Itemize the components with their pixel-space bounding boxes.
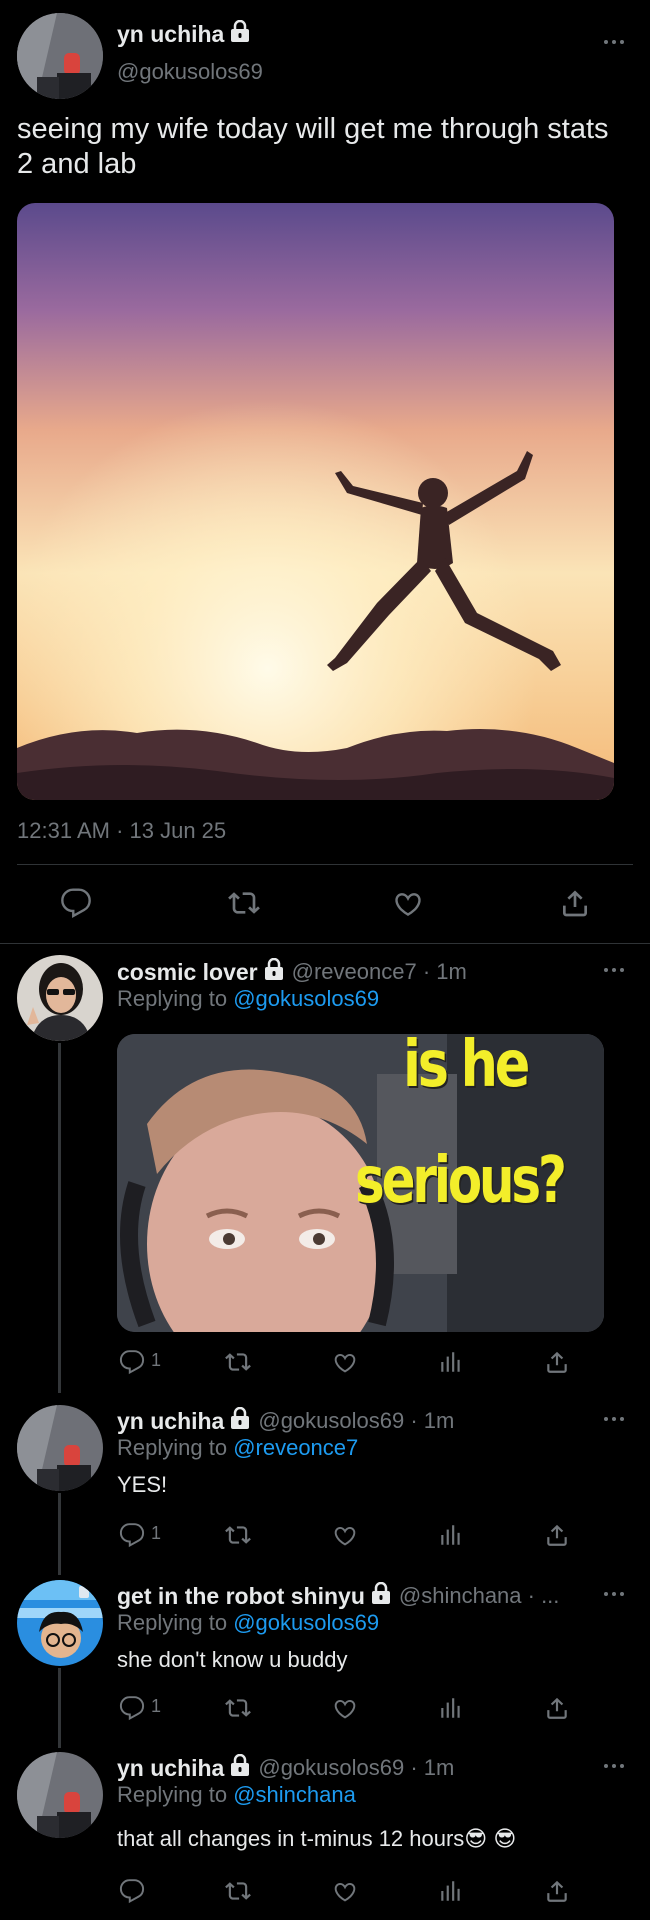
display-name[interactable]: yn uchiha [117,1755,224,1782]
replying-label: Replying to [117,1610,234,1635]
more-icon[interactable] [594,32,634,52]
lock-icon [230,1406,250,1435]
share-icon[interactable] [542,1347,572,1377]
avatar-main[interactable] [17,13,103,99]
divider [17,864,633,865]
share-icon[interactable] [542,1693,572,1723]
retweet-icon[interactable] [223,1347,253,1377]
display-name[interactable]: get in the robot shinyu [117,1583,365,1610]
avatar-reply[interactable] [17,955,103,1041]
handle[interactable]: @gokusolos69 [117,59,263,85]
avatar-reply[interactable] [17,1580,103,1666]
tweet-text: seeing my wife today will get me through… [17,113,609,180]
divider [0,943,650,944]
more-icon[interactable] [594,1756,634,1776]
like-icon[interactable] [388,885,428,921]
replying-to-link[interactable]: @gokusolos69 [233,986,379,1011]
more-icon[interactable] [594,960,634,980]
replying-label: Replying to [117,1782,234,1807]
lock-icon [230,1753,250,1782]
reply-icon[interactable] [117,1520,147,1550]
thread-line [58,1043,61,1393]
views-icon[interactable] [436,1876,466,1906]
like-icon[interactable] [330,1520,360,1550]
retweet-icon[interactable] [223,1876,253,1906]
retweet-icon[interactable] [224,885,264,921]
reply-count: 1 [151,1523,162,1543]
display-name[interactable]: yn uchiha [117,21,224,48]
meme-caption: serious? [355,1144,567,1218]
display-name[interactable]: cosmic lover [117,959,258,986]
reply-text: that all changes in t-minus 12 hours😎 😎 [117,1826,517,1851]
reply-text: YES! [117,1472,168,1497]
share-icon[interactable] [555,885,595,921]
views-icon[interactable] [436,1520,466,1550]
reply-image[interactable]: is he serious? [117,1034,604,1332]
retweet-icon[interactable] [223,1693,253,1723]
views-icon[interactable] [436,1693,466,1723]
share-icon[interactable] [542,1876,572,1906]
replying-label: Replying to [117,1435,234,1460]
more-icon[interactable] [594,1584,634,1604]
lock-icon [264,957,284,986]
avatar-reply[interactable] [17,1405,103,1491]
thread-line [58,1668,61,1748]
retweet-icon[interactable] [223,1520,253,1550]
more-icon[interactable] [594,1409,634,1429]
replying-to-link[interactable]: @reveonce7 [233,1435,358,1460]
lock-icon [371,1581,391,1610]
reply-count: 1 [151,1350,162,1370]
handle-time[interactable]: @gokusolos69 · 1m [258,1755,454,1781]
reply-icon[interactable] [117,1876,147,1906]
lock-icon [230,19,250,48]
reply-icon[interactable] [117,1347,147,1377]
meme-caption: is he [403,1034,530,1102]
share-icon[interactable] [542,1520,572,1550]
like-icon[interactable] [330,1876,360,1906]
like-icon[interactable] [330,1693,360,1723]
reply-icon[interactable] [56,885,96,921]
avatar-reply[interactable] [17,1752,103,1838]
reply-count: 1 [151,1696,162,1716]
thread-line [58,1493,61,1575]
like-icon[interactable] [330,1347,360,1377]
tweet-image[interactable] [17,203,614,800]
replying-label: Replying to [117,986,234,1011]
reply-icon[interactable] [117,1693,147,1723]
reply-text: she don't know u buddy [117,1647,348,1672]
views-icon[interactable] [436,1347,466,1377]
handle-time[interactable]: @gokusolos69 · 1m [258,1408,454,1434]
handle-time[interactable]: @shinchana · ... [399,1583,560,1609]
display-name[interactable]: yn uchiha [117,1408,224,1435]
replying-to-link[interactable]: @gokusolos69 [233,1610,379,1635]
handle-time[interactable]: @reveonce7 · 1m [292,959,467,985]
timestamp: 12:31 AM · 13 Jun 25 [17,818,227,843]
replying-to-link[interactable]: @shinchana [233,1782,356,1807]
